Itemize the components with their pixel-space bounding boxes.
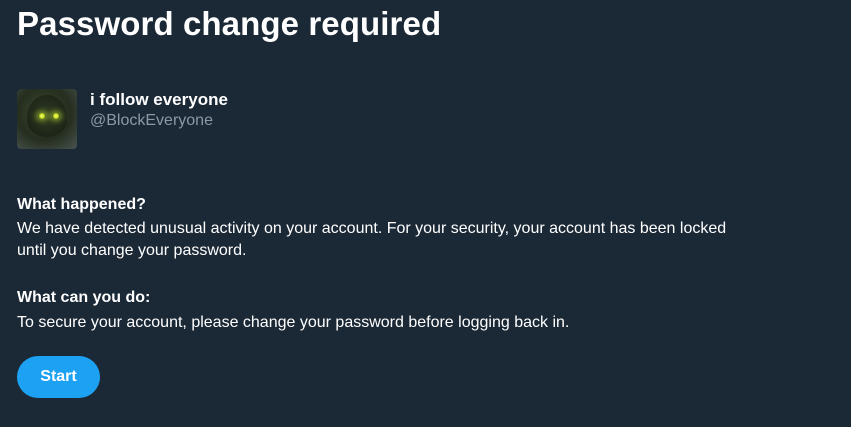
start-button[interactable]: Start bbox=[17, 356, 100, 398]
avatar-head bbox=[27, 95, 67, 139]
account-profile: i follow everyone @BlockEveryone bbox=[17, 89, 228, 149]
page-title: Password change required bbox=[17, 5, 442, 42]
what-happened-heading: What happened? bbox=[17, 196, 146, 213]
password-change-page: Password change required i follow everyo… bbox=[0, 0, 851, 427]
what-can-you-do-heading: What can you do: bbox=[17, 289, 151, 306]
what-can-you-do-text: To secure your account, please change yo… bbox=[17, 314, 570, 331]
profile-text: i follow everyone @BlockEveryone bbox=[90, 89, 228, 149]
display-name: i follow everyone bbox=[90, 90, 228, 109]
avatar-right-eye bbox=[52, 113, 60, 119]
avatar bbox=[17, 89, 77, 149]
what-happened-text: We have detected unusual activity on you… bbox=[17, 220, 727, 259]
user-handle: @BlockEveryone bbox=[90, 112, 213, 129]
avatar-left-eye bbox=[38, 113, 46, 119]
